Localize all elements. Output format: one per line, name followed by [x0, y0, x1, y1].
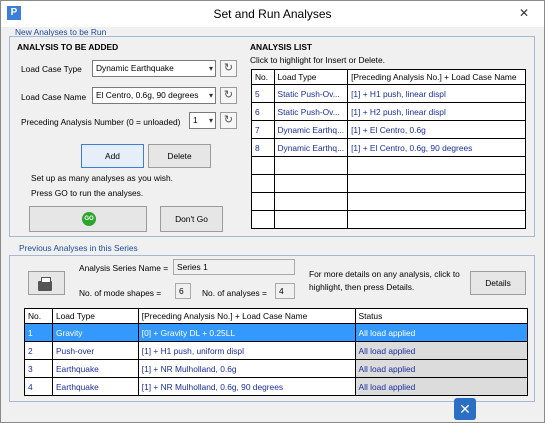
load-case-name-label: Load Case Name — [21, 92, 87, 102]
previous-analyses-title: Previous Analyses in this Series — [19, 243, 138, 253]
analysis-to-be-added-heading: ANALYSIS TO BE ADDED — [17, 42, 119, 52]
corner-logo-icon: ✕ — [454, 398, 476, 420]
preceding-analysis-select[interactable]: 1 ▾ — [189, 112, 216, 129]
row-load-type: Gravity — [51, 323, 139, 342]
chevron-down-icon: ▾ — [208, 116, 213, 125]
table-row-selected[interactable]: 1 Gravity [0] + Gravity DL + 0.25LL All … — [24, 323, 529, 342]
window-title: Set and Run Analyses — [213, 7, 332, 21]
row-load-type: Earthquake — [51, 377, 139, 396]
row-number: 8 — [251, 138, 275, 157]
row-load-type: Dynamic Earthq... — [273, 120, 349, 139]
go-icon: GO — [82, 212, 96, 226]
preceding-analysis-value: 1 — [193, 115, 198, 125]
table-row[interactable]: 4 Earthquake [1] + NR Mulholland, 0.6g, … — [24, 377, 529, 396]
row-load-type: Static Push-Ov... — [273, 84, 349, 103]
preceding-analysis-label: Preceding Analysis Number (0 = unloaded) — [21, 117, 181, 127]
column-header: Status — [354, 308, 529, 324]
table-row[interactable]: 6 Static Push-Ov... [1] + H2 push, linea… — [251, 102, 526, 121]
table-header-row: No. Load Type [Preceding Analysis No.] +… — [24, 308, 529, 324]
load-case-name-select[interactable]: El Centro, 0.6g, 90 degrees ▾ — [92, 87, 216, 104]
refresh-load-name-button[interactable]: ↻ — [220, 87, 237, 104]
row-load-case: [1] + H2 push, linear displ — [347, 102, 526, 121]
analysis-list-hint: Click to highlight for Insert or Delete. — [250, 55, 385, 65]
refresh-icon: ↻ — [223, 62, 234, 74]
column-header: [Preceding Analysis No.] + Load Case Nam… — [347, 69, 526, 85]
chevron-down-icon: ▾ — [208, 64, 213, 73]
analysis-list-table: No. Load Type [Preceding Analysis No.] +… — [251, 69, 526, 229]
row-status: All load applied — [354, 359, 529, 378]
row-load-type: Earthquake — [51, 359, 139, 378]
row-number: 6 — [251, 102, 275, 121]
delete-button[interactable]: Delete — [148, 144, 211, 168]
load-case-name-value: El Centro, 0.6g, 90 degrees — [96, 90, 199, 100]
row-load-type: Dynamic Earthq... — [273, 138, 349, 157]
row-load-case: [1] + NR Mulholland, 0.6g — [137, 359, 356, 378]
load-case-type-value: Dynamic Earthquake — [96, 63, 174, 73]
mode-shapes-field: 6 — [175, 283, 191, 299]
refresh-icon: ↻ — [223, 89, 234, 101]
dialog-window: P Set and Run Analyses ✕ New Analyses to… — [0, 0, 545, 423]
refresh-load-type-button[interactable]: ↻ — [220, 60, 237, 77]
table-row[interactable]: 8 Dynamic Earthq... [1] + El Centro, 0.6… — [251, 138, 526, 157]
column-header: No. — [251, 69, 275, 85]
row-load-case: [1] + H1 push, uniform displ — [137, 341, 356, 360]
table-row[interactable]: 5 Static Push-Ov... [1] + H1 push, linea… — [251, 84, 526, 103]
refresh-preceding-button[interactable]: ↻ — [220, 112, 237, 129]
row-load-case: [1] + NR Mulholland, 0.6g, 90 degrees — [137, 377, 356, 396]
row-number: 3 — [24, 359, 53, 378]
details-hint-1: For more details on any analysis, click … — [309, 269, 460, 279]
setup-hint: Set up as many analyses as you wish. — [31, 173, 173, 183]
details-hint-2: highlight, then press Details. — [309, 282, 415, 292]
row-number: 2 — [24, 341, 53, 360]
row-load-case: [1] + El Centro, 0.6g, 90 degrees — [347, 138, 526, 157]
go-hint: Press GO to run the analyses. — [31, 188, 144, 198]
row-load-type: Static Push-Ov... — [273, 102, 349, 121]
row-number: 5 — [251, 84, 275, 103]
title-bar: P Set and Run Analyses ✕ — [1, 1, 544, 27]
table-row[interactable]: 3 Earthquake [1] + NR Mulholland, 0.6g A… — [24, 359, 529, 378]
row-number: 7 — [251, 120, 275, 139]
row-load-case: [1] + H1 push, linear displ — [347, 84, 526, 103]
row-status: All load applied — [354, 341, 529, 360]
previous-analyses-table: No. Load Type [Preceding Analysis No.] +… — [24, 308, 529, 396]
column-header: Load Type — [273, 69, 349, 85]
series-name-field[interactable]: Series 1 — [173, 259, 295, 275]
row-status: All load applied — [354, 377, 529, 396]
row-number: 1 — [24, 323, 53, 342]
row-load-type: Push-over — [51, 341, 139, 360]
chevron-down-icon: ▾ — [208, 91, 213, 100]
empty-row[interactable] — [251, 192, 526, 211]
empty-row[interactable] — [251, 174, 526, 193]
analyses-count-label: No. of analyses = — [202, 288, 267, 298]
series-name-label: Analysis Series Name = — [79, 263, 169, 273]
row-load-case: [1] + El Centro, 0.6g — [347, 120, 526, 139]
empty-row[interactable] — [251, 210, 526, 229]
analysis-list-heading: ANALYSIS LIST — [250, 42, 313, 52]
table-row[interactable]: 2 Push-over [1] + H1 push, uniform displ… — [24, 341, 529, 360]
mode-shapes-label: No. of mode shapes = — [79, 288, 162, 298]
close-button[interactable]: ✕ — [516, 5, 532, 21]
column-header: [Preceding Analysis No.] + Load Case Nam… — [137, 308, 356, 324]
go-button[interactable]: GO — [29, 206, 147, 232]
row-status: All load applied — [354, 323, 529, 342]
table-row[interactable]: 7 Dynamic Earthq... [1] + El Centro, 0.6… — [251, 120, 526, 139]
table-header-row: No. Load Type [Preceding Analysis No.] +… — [251, 69, 526, 85]
row-load-case: [0] + Gravity DL + 0.25LL — [137, 323, 356, 342]
column-header: No. — [24, 308, 53, 324]
details-button[interactable]: Details — [470, 271, 526, 295]
row-number: 4 — [24, 377, 53, 396]
load-case-type-label: Load Case Type — [21, 64, 82, 74]
printer-icon — [38, 277, 52, 291]
load-case-type-select[interactable]: Dynamic Earthquake ▾ — [92, 60, 216, 77]
refresh-icon: ↻ — [223, 114, 234, 126]
column-header: Load Type — [51, 308, 139, 324]
dont-go-button[interactable]: Don't Go — [160, 206, 223, 232]
empty-row[interactable] — [251, 156, 526, 175]
add-button[interactable]: Add — [81, 144, 144, 168]
print-button[interactable] — [28, 271, 65, 295]
analyses-count-field: 4 — [275, 283, 295, 299]
